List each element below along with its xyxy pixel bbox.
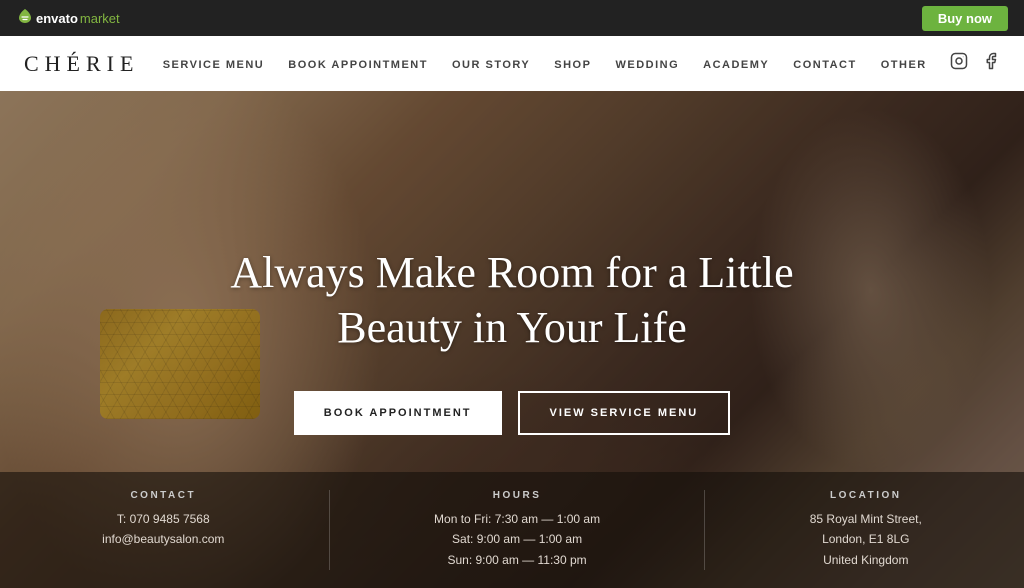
nav-links: SERVICE MENU BOOK APPOINTMENT OUR STORY … (163, 55, 927, 73)
nav-service-menu[interactable]: SERVICE MENU (163, 59, 265, 71)
envato-bar: envatomarket Buy now (0, 0, 1024, 36)
view-service-menu-button[interactable]: VIEW SERVICE MENU (518, 391, 731, 435)
site-logo: CHÉRIE (24, 51, 139, 77)
hours-info: HOURS Mon to Fri: 7:30 am — 1:00 am Sat:… (434, 490, 600, 570)
contact-details: T: 070 9485 7568 info@beautysalon.com (102, 509, 224, 550)
envato-market-text: market (80, 11, 120, 26)
facebook-icon[interactable] (982, 52, 1000, 75)
contact-info: CONTACT T: 070 9485 7568 info@beautysalo… (102, 490, 224, 570)
hours-details: Mon to Fri: 7:30 am — 1:00 am Sat: 9:00 … (434, 509, 600, 570)
nav-other[interactable]: OTHER (881, 59, 927, 71)
nav-shop[interactable]: SHOP (554, 59, 591, 71)
nav-academy[interactable]: ACADEMY (703, 59, 769, 71)
location-info: LOCATION 85 Royal Mint Street, London, E… (810, 490, 922, 570)
envato-logo: envatomarket (16, 7, 120, 30)
hours-title: HOURS (434, 490, 600, 501)
buy-now-button[interactable]: Buy now (922, 6, 1008, 31)
instagram-icon[interactable] (950, 52, 968, 75)
hero-section: Always Make Room for a Little Beauty in … (0, 91, 1024, 588)
nav-wedding[interactable]: WEDDING (615, 59, 679, 71)
contact-title: CONTACT (102, 490, 224, 501)
navigation: CHÉRIE SERVICE MENU BOOK APPOINTMENT OUR… (0, 36, 1024, 91)
divider-2 (704, 490, 705, 570)
nav-contact[interactable]: CONTACT (793, 59, 856, 71)
book-appointment-button[interactable]: BOOK APPOINTMENT (294, 391, 502, 435)
nav-our-story[interactable]: OUR STORY (452, 59, 530, 71)
location-details: 85 Royal Mint Street, London, E1 8LG Uni… (810, 509, 922, 570)
info-bar: CONTACT T: 070 9485 7568 info@beautysalo… (0, 472, 1024, 588)
envato-text: envato (36, 11, 78, 26)
nav-book-appointment[interactable]: BOOK APPOINTMENT (288, 59, 428, 71)
nav-social (950, 52, 1000, 75)
hero-headline: Always Make Room for a Little Beauty in … (230, 245, 793, 355)
hero-buttons: BOOK APPOINTMENT VIEW SERVICE MENU (294, 391, 730, 435)
location-title: LOCATION (810, 490, 922, 501)
envato-leaf-icon (16, 7, 34, 30)
divider-1 (329, 490, 330, 570)
